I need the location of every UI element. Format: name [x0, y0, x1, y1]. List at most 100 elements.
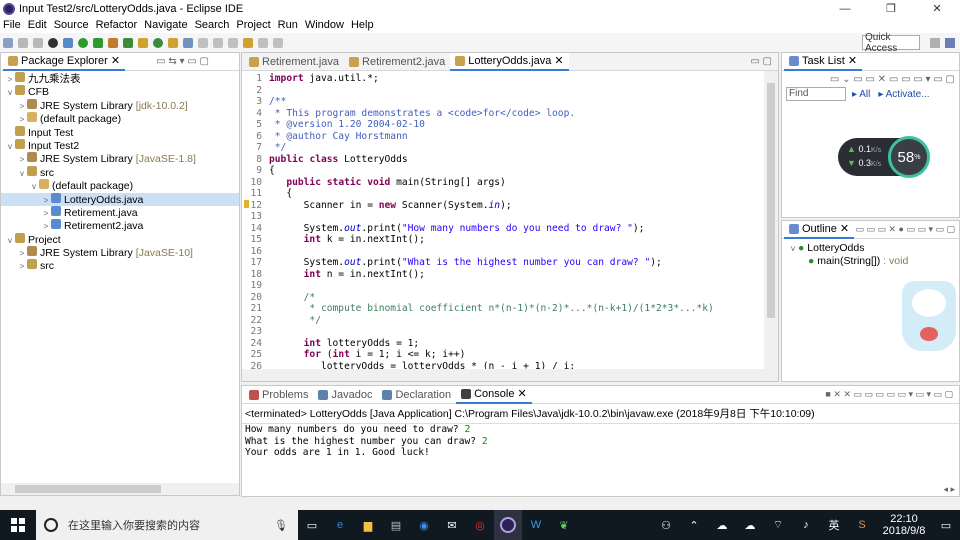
- chevron-down-icon[interactable]: v: [5, 86, 15, 99]
- tab-task-list[interactable]: Task List ✕: [784, 52, 863, 71]
- tree-item[interactable]: v Project: [1, 232, 239, 247]
- wifi-icon[interactable]: ⌔: [764, 510, 792, 540]
- view-menu-icon[interactable]: ▭ ⇆ ▾ ▭ ▢: [156, 56, 209, 67]
- browser-icon[interactable]: ◉: [410, 510, 438, 540]
- code-area[interactable]: 1 import java.util.*; 2 3 /** 4 * This progra…: [242, 71, 762, 369]
- code-line[interactable]: public static void main(String[] args): [269, 177, 506, 188]
- new-class-icon[interactable]: [153, 37, 163, 48]
- editor-horizontal-scrollbar[interactable]: [242, 369, 778, 381]
- chevron-down-icon[interactable]: v: [29, 180, 39, 193]
- close-button[interactable]: ✕: [914, 0, 960, 17]
- app-leaf-icon[interactable]: ❦: [550, 510, 578, 540]
- horizontal-scrollbar[interactable]: [1, 483, 239, 495]
- chevron-up-icon[interactable]: ⌃: [680, 510, 708, 540]
- console-output[interactable]: How many numbers do you need to draw? 2W…: [242, 423, 959, 459]
- tab-lotteryodds[interactable]: LotteryOdds.java ✕: [450, 52, 569, 71]
- app-w-icon[interactable]: W: [522, 510, 550, 540]
- code-line[interactable]: */: [269, 315, 321, 326]
- task-toolbar-icons[interactable]: ▭ ⌄ ▭ ▭ ✕ ▭ ▭ ▭ ▾ ▭ ▢: [830, 74, 955, 85]
- annotation-icon[interactable]: [213, 37, 223, 48]
- code-line[interactable]: * compute binomial coefficient n*(n-1)*(…: [269, 303, 713, 314]
- menu-window[interactable]: Window: [305, 19, 344, 31]
- menu-navigate[interactable]: Navigate: [144, 19, 187, 31]
- tree-item[interactable]: v (default package): [1, 179, 239, 192]
- console-scroll-arrows[interactable]: ◂ ▸: [885, 484, 955, 494]
- chevron-down-icon[interactable]: v: [5, 140, 15, 153]
- store-icon[interactable]: ▤: [382, 510, 410, 540]
- chevron-down-icon[interactable]: v: [5, 234, 15, 247]
- chevron-right-icon[interactable]: >: [17, 113, 27, 126]
- tree-item[interactable]: > src: [1, 259, 239, 272]
- activate-link[interactable]: ▸ Activate...: [878, 89, 929, 100]
- code-line[interactable]: * This program demonstrates a <code>for<…: [269, 108, 575, 119]
- perspective-icon[interactable]: [930, 38, 940, 48]
- forward-icon[interactable]: [273, 37, 283, 48]
- eclipse-taskbar-icon[interactable]: [494, 510, 522, 540]
- all-link[interactable]: ▸ All: [852, 89, 870, 100]
- tree-item[interactable]: > (default package): [1, 112, 239, 125]
- tree-item[interactable]: > JRE System Library [JavaSE-1.8]: [1, 152, 239, 165]
- tree-item[interactable]: > JRE System Library [jdk-10.0.2]: [1, 98, 239, 112]
- chevron-right-icon[interactable]: >: [17, 260, 27, 273]
- notification-icon[interactable]: ▭: [932, 510, 960, 540]
- tree-item[interactable]: > LotteryOdds.java: [1, 192, 239, 207]
- code-line[interactable]: /*: [269, 292, 316, 303]
- onedrive-icon[interactable]: ☁: [736, 510, 764, 540]
- new-icon[interactable]: [3, 37, 13, 48]
- code-line[interactable]: public class LotteryOdds: [269, 154, 408, 165]
- search-icon[interactable]: [183, 37, 193, 48]
- code-line[interactable]: /**: [269, 96, 286, 107]
- code-line[interactable]: {: [269, 165, 275, 176]
- maximize-button[interactable]: ❐: [868, 0, 914, 17]
- console-toolbar[interactable]: ■ ✕ ✕ ▭ ▭ ▭ ▭ ▭ ▾ ▭ ▾ ▭ ▢: [825, 389, 953, 400]
- volume-icon[interactable]: ♪: [792, 510, 820, 540]
- file-explorer-icon[interactable]: ▆: [354, 510, 382, 540]
- windows-start-icon[interactable]: [0, 510, 36, 540]
- menu-project[interactable]: Project: [236, 19, 270, 31]
- menu-source[interactable]: Source: [54, 19, 89, 31]
- tree-item[interactable]: v Input Test2: [1, 138, 239, 153]
- chevron-right-icon[interactable]: >: [41, 194, 51, 207]
- tab-outline[interactable]: Outline ✕: [784, 220, 855, 239]
- code-line[interactable]: Scanner in = new Scanner(System.in);: [269, 200, 512, 211]
- menu-search[interactable]: Search: [195, 19, 230, 31]
- outline-class-item[interactable]: v ● LotteryOdds: [788, 242, 959, 255]
- last-edit-icon[interactable]: [243, 37, 253, 48]
- chevron-right-icon[interactable]: >: [5, 73, 15, 86]
- save-all-icon[interactable]: [33, 37, 43, 48]
- chevron-right-icon[interactable]: >: [17, 247, 27, 260]
- code-line[interactable]: int lotteryOdds = 1;: [269, 338, 420, 349]
- open-type-icon[interactable]: [168, 37, 178, 48]
- skip-breakpoints-icon[interactable]: [63, 37, 73, 48]
- edge-icon[interactable]: e: [326, 510, 354, 540]
- tree-item[interactable]: > Retirement2.java: [1, 219, 239, 232]
- clock[interactable]: 22:10 2018/9/8: [876, 513, 932, 537]
- save-icon[interactable]: [18, 37, 28, 48]
- sogou-icon[interactable]: S: [848, 510, 876, 540]
- tab-retirement[interactable]: Retirement.java: [244, 53, 344, 71]
- external-tools-icon[interactable]: [108, 37, 118, 48]
- minimize-button[interactable]: —: [822, 0, 868, 17]
- quick-access-input[interactable]: Quick Access: [862, 32, 920, 54]
- code-line[interactable]: import java.util.*;: [269, 73, 379, 84]
- task-find-input[interactable]: Find: [786, 87, 846, 101]
- chevron-right-icon[interactable]: >: [41, 220, 51, 233]
- microphone-icon[interactable]: 🎙: [274, 519, 288, 532]
- outline-toolbar[interactable]: ▭ ▭ ▭ ✕ ● ▭ ▭ ▾ ▭ ▢: [855, 224, 955, 235]
- menu-file[interactable]: File: [3, 19, 21, 31]
- taskbar-search-input[interactable]: 在这里输入你要搜索的内容 🎙: [36, 510, 298, 540]
- tree-item[interactable]: > Retirement.java: [1, 205, 239, 220]
- java-perspective-icon[interactable]: [945, 38, 955, 48]
- code-line[interactable]: for (int i = 1; i <= k; i++): [269, 349, 466, 360]
- code-line[interactable]: lotteryOdds = lotteryOdds * (n - i + 1) …: [269, 361, 575, 370]
- netease-music-icon[interactable]: ◎: [466, 510, 494, 540]
- chevron-right-icon[interactable]: >: [41, 207, 51, 220]
- chevron-down-icon[interactable]: v: [17, 167, 27, 180]
- mail-icon[interactable]: ✉: [438, 510, 466, 540]
- tree-item[interactable]: > 九九乘法表: [1, 72, 239, 85]
- code-line[interactable]: int k = in.nextInt();: [269, 234, 425, 245]
- menu-refactor[interactable]: Refactor: [96, 19, 138, 31]
- code-line[interactable]: * @author Cay Horstmann: [269, 131, 408, 142]
- next-annotation-icon[interactable]: [228, 37, 238, 48]
- run-icon[interactable]: [78, 37, 88, 48]
